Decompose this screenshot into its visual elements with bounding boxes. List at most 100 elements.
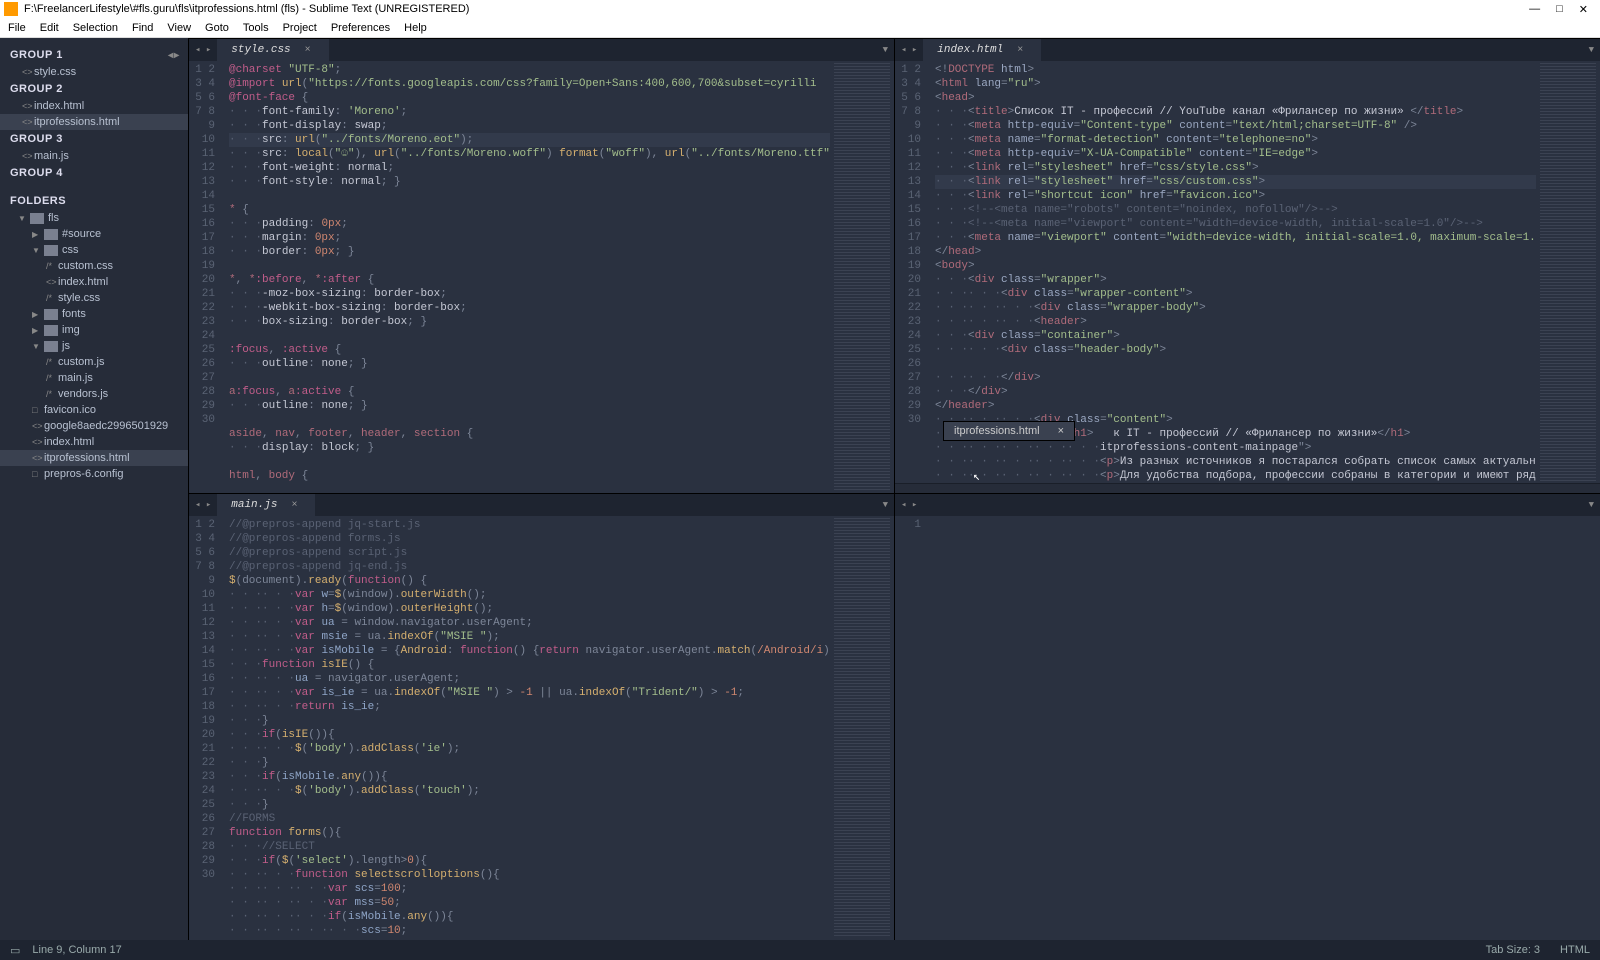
window-title: F:\FreelancerLifestyle\#fls.guru\fls\itp… <box>24 3 469 15</box>
tree-item-label: js <box>62 340 70 352</box>
minimap-tr[interactable] <box>1536 61 1600 483</box>
tab-main-js[interactable]: main.js × <box>217 494 315 516</box>
menu-goto[interactable]: Goto <box>205 22 229 34</box>
open-file-main-js[interactable]: <> main.js <box>0 148 188 164</box>
status-icon[interactable]: ▭ <box>10 944 20 957</box>
tab-index-html[interactable]: index.html × <box>923 39 1041 61</box>
folder-fonts[interactable]: ▶fonts <box>0 306 188 322</box>
code-tl[interactable]: @charset "UTF-8"; @import url("https://f… <box>225 61 830 493</box>
title-bar: F:\FreelancerLifestyle\#fls.guru\fls\itp… <box>0 0 1600 18</box>
goto-popup-close[interactable]: × <box>1058 425 1064 437</box>
close-icon[interactable]: × <box>1017 45 1023 56</box>
folder--source[interactable]: ▶ #source <box>0 226 188 242</box>
pane-menu-tl[interactable]: ▼ <box>877 39 894 61</box>
file-prepros-6-config[interactable]: □prepros-6.config <box>0 466 188 482</box>
disclosure-icon[interactable]: ▼ <box>32 246 40 255</box>
file-google8aedc2996501929[interactable]: <>google8aedc2996501929 <box>0 418 188 434</box>
pane-br-nav[interactable]: ◂ ▸ <box>895 494 923 516</box>
tree-item-label: img <box>62 324 80 336</box>
menu-preferences[interactable]: Preferences <box>331 22 390 34</box>
file-main-js[interactable]: /*main.js <box>0 370 188 386</box>
code-br[interactable] <box>931 516 1600 940</box>
tree-item-label: favicon.ico <box>44 404 96 416</box>
disclosure-icon[interactable]: ▶ <box>32 310 40 319</box>
menu-view[interactable]: View <box>167 22 191 34</box>
group-1-nav[interactable]: ◂ ▸ <box>168 50 178 61</box>
folder-css[interactable]: ▼ css <box>0 242 188 258</box>
gutter-br: 1 <box>895 516 931 940</box>
status-tab-size[interactable]: Tab Size: 3 <box>1486 944 1540 956</box>
menu-file[interactable]: File <box>8 22 26 34</box>
menu-tools[interactable]: Tools <box>243 22 269 34</box>
tree-item-label: custom.js <box>58 356 104 368</box>
html-icon: <> <box>22 67 30 77</box>
group-3-header[interactable]: GROUP 3 <box>0 130 188 148</box>
file-custom-css[interactable]: /*custom.css <box>0 258 188 274</box>
minimap-bl[interactable] <box>830 516 894 940</box>
disclosure-icon[interactable]: ▶ <box>32 326 40 335</box>
menu-bar: File Edit Selection Find View Goto Tools… <box>0 18 1600 38</box>
pane-bottom-right: ◂ ▸ ▼ 1 <box>894 493 1600 940</box>
folder-js[interactable]: ▼ js <box>0 338 188 354</box>
pane-menu-tr[interactable]: ▼ <box>1583 39 1600 61</box>
close-button[interactable]: ✕ <box>1579 3 1588 16</box>
file-vendors-js[interactable]: /*vendors.js <box>0 386 188 402</box>
tab-row-br: ◂ ▸ ▼ <box>895 494 1600 516</box>
gutter-tr: 1 2 3 4 5 6 7 8 9 10 11 12 13 14 15 16 1… <box>895 61 931 483</box>
folders-label: FOLDERS <box>10 195 66 207</box>
tree-item-label: css <box>62 244 79 256</box>
group-3-label: GROUP 3 <box>10 133 63 145</box>
menu-edit[interactable]: Edit <box>40 22 59 34</box>
sidebar[interactable]: GROUP 1 ◂ ▸ <> style.css GROUP 2 <> inde… <box>0 38 188 940</box>
goto-anything-popup[interactable]: itprofessions.html × <box>943 421 1075 441</box>
minimap-tl[interactable] <box>830 61 894 493</box>
file-custom-js[interactable]: /*custom.js <box>0 354 188 370</box>
close-icon[interactable]: × <box>291 500 297 511</box>
tab-label: style.css <box>231 44 290 56</box>
code-tr[interactable]: <!DOCTYPE html> <html lang="ru"> <head> … <box>931 61 1536 483</box>
folders-header[interactable]: FOLDERS <box>0 192 188 210</box>
pane-menu-bl[interactable]: ▼ <box>877 494 894 516</box>
open-file-index-html[interactable]: <> index.html <box>0 98 188 114</box>
maximize-button[interactable]: □ <box>1556 3 1563 16</box>
tree-item-label: custom.css <box>58 260 113 272</box>
menu-project[interactable]: Project <box>283 22 317 34</box>
tree-item-label: #source <box>62 228 101 240</box>
pane-tl-nav[interactable]: ◂ ▸ <box>189 39 217 61</box>
file-style-css[interactable]: /*style.css <box>0 290 188 306</box>
folder-icon <box>44 229 58 240</box>
disclosure-icon[interactable]: ▼ <box>32 342 40 351</box>
pane-menu-br[interactable]: ▼ <box>1583 494 1600 516</box>
code-area-tr[interactable]: 1 2 3 4 5 6 7 8 9 10 11 12 13 14 15 16 1… <box>895 61 1600 483</box>
code-area-bl[interactable]: 1 2 3 4 5 6 7 8 9 10 11 12 13 14 15 16 1… <box>189 516 894 940</box>
pane-tr-nav[interactable]: ◂ ▸ <box>895 39 923 61</box>
menu-find[interactable]: Find <box>132 22 153 34</box>
group-2-header[interactable]: GROUP 2 <box>0 80 188 98</box>
scrollbar-tr[interactable] <box>895 483 1600 493</box>
file-itprofessions-html[interactable]: <>itprofessions.html <box>0 450 188 466</box>
status-syntax[interactable]: HTML <box>1560 944 1590 956</box>
folder-fls[interactable]: ▼ fls <box>0 210 188 226</box>
code-area-tl[interactable]: 1 2 3 4 5 6 7 8 9 10 11 12 13 14 15 16 1… <box>189 61 894 493</box>
file-favicon-ico[interactable]: □favicon.ico <box>0 402 188 418</box>
menu-help[interactable]: Help <box>404 22 427 34</box>
group-1-header[interactable]: GROUP 1 ◂ ▸ <box>0 46 188 64</box>
disclosure-icon[interactable]: ▶ <box>32 230 40 239</box>
disclosure-icon[interactable]: ▼ <box>18 214 26 223</box>
menu-selection[interactable]: Selection <box>73 22 118 34</box>
code-area-br[interactable]: 1 <box>895 516 1600 940</box>
minimize-button[interactable]: — <box>1529 3 1540 16</box>
open-file-itprofessions-html[interactable]: <> itprofessions.html <box>0 114 188 130</box>
group-4-header[interactable]: GROUP 4 <box>0 164 188 182</box>
code-bl[interactable]: //@prepros-append jq-start.js //@prepros… <box>225 516 830 940</box>
close-icon[interactable]: × <box>305 45 311 56</box>
file-index-html[interactable]: <>index.html <box>0 274 188 290</box>
file-index-html[interactable]: <>index.html <box>0 434 188 450</box>
group-1-label: GROUP 1 <box>10 49 63 61</box>
folder-img[interactable]: ▶ img <box>0 322 188 338</box>
tree-item-label: fls <box>48 212 59 224</box>
open-file-style-css[interactable]: <> style.css <box>0 64 188 80</box>
pane-bl-nav[interactable]: ◂ ▸ <box>189 494 217 516</box>
folder-tree[interactable]: ▼fls▶#source▼css/*custom.css<>index.html… <box>0 210 188 482</box>
tab-style-css[interactable]: style.css × <box>217 39 328 61</box>
